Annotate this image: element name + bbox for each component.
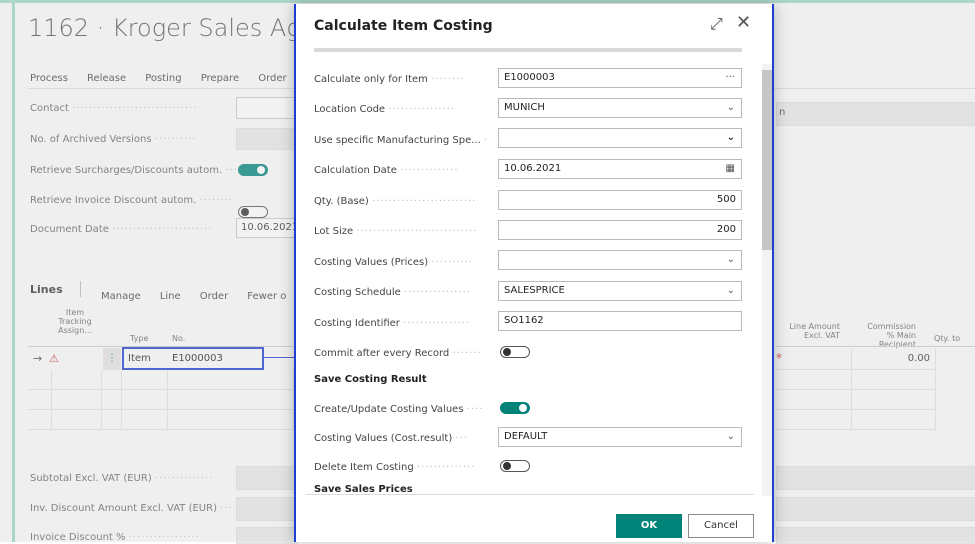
calculate-item-costing-dialog: Calculate Item Costing ⤢ ✕ Calculate onl… [294,4,774,542]
location-code-label: Location Code ················ [314,104,456,115]
footer-divider [306,494,754,495]
chevron-down-icon: ⌄ [726,431,735,442]
costing-identifier-label: Costing Identifier ················ [314,318,470,329]
save-sales-prices-heading: Save Sales Prices [314,484,413,494]
chevron-down-icon: ⌄ [726,102,735,113]
commit-every-record-label: Commit after every Record ······· [314,348,482,359]
create-update-costing-label: Create/Update Costing Values ···· [314,404,484,415]
calculation-date-field[interactable]: 10.06.2021 ▦ [498,159,742,179]
costing-identifier-field[interactable]: SO1162 [498,311,742,331]
lot-size-field[interactable]: 200 [498,220,742,240]
costing-schedule-label: Costing Schedule ················ [314,287,471,298]
costing-values-result-label: Costing Values (Cost.result) ··· [314,433,468,444]
costing-values-prices-select[interactable]: ⌄ [498,250,742,270]
ok-button[interactable]: OK [616,514,682,538]
calculation-date-label: Calculation Date ·············· [314,165,459,176]
costing-values-prices-label: Costing Values (Prices) ·········· [314,257,474,268]
chevron-down-icon: ⌄ [726,254,735,265]
cancel-button[interactable]: Cancel [688,514,754,538]
manufacturing-spec-label: Use specific Manufacturing Spe... · [314,135,489,146]
qty-base-label: Qty. (Base) ························· [314,196,477,207]
calc-only-item-label: Calculate only for Item ········ [314,74,465,85]
calc-only-item-field[interactable]: E1000003 ··· [498,68,742,88]
commit-every-record-toggle[interactable] [500,346,530,358]
chevron-down-icon: ⌄ [726,285,735,296]
lookup-dots-icon[interactable]: ··· [725,69,735,87]
delete-item-costing-toggle[interactable] [500,460,530,472]
manufacturing-spec-select[interactable]: ⌄ [498,128,742,148]
scrollbar-thumb[interactable] [762,70,772,250]
save-costing-result-heading: Save Costing Result [314,374,427,385]
dialog-title: Calculate Item Costing [314,18,493,34]
expand-icon[interactable]: ⤢ [710,14,723,34]
qty-base-field[interactable]: 500 [498,190,742,210]
scroll-top-bar [314,48,742,52]
chevron-down-icon: ⌄ [726,132,735,143]
location-code-select[interactable]: MUNICH ⌄ [498,98,742,118]
delete-item-costing-label: Delete Item Costing ·············· [314,462,476,473]
create-update-costing-toggle[interactable] [500,402,530,414]
costing-values-result-select[interactable]: DEFAULT ⌄ [498,427,742,447]
lot-size-label: Lot Size ····························· [314,226,478,237]
close-icon[interactable]: ✕ [736,12,751,33]
costing-schedule-select[interactable]: SALESPRICE ⌄ [498,281,742,301]
calendar-icon[interactable]: ▦ [726,160,735,178]
